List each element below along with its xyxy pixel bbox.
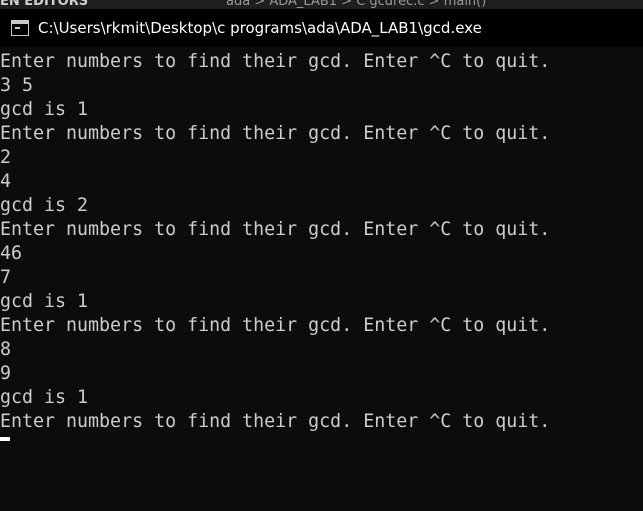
console-line: gcd is 1 [0, 387, 89, 408]
console-input-line[interactable] [0, 434, 643, 458]
console-line: 3 5 [0, 75, 34, 96]
console-line: 46 [0, 243, 23, 264]
console-window-icon[interactable] [11, 20, 29, 36]
console-line: 2 [0, 147, 12, 168]
window-title: C:\Users\rkmit\Desktop\c programs\ada\AD… [38, 19, 482, 37]
window-titlebar[interactable]: C:\Users\rkmit\Desktop\c programs\ada\AD… [0, 9, 643, 47]
text-cursor [0, 437, 10, 441]
console-line: Enter numbers to find their gcd. Enter ^… [0, 315, 551, 336]
console-line: Enter numbers to find their gcd. Enter ^… [0, 51, 551, 72]
console-output[interactable]: Enter numbers to find their gcd. Enter ^… [0, 50, 643, 511]
console-line: gcd is 1 [0, 291, 89, 312]
console-line: gcd is 2 [0, 195, 89, 216]
background-editor-strip: EN EDITORS ada > ADA_LAB1 > C gcdrec.c >… [0, 0, 643, 9]
background-editor-label: EN EDITORS [0, 0, 89, 9]
console-line: 9 [0, 363, 12, 384]
console-window: EN EDITORS ada > ADA_LAB1 > C gcdrec.c >… [0, 0, 643, 511]
console-line: gcd is 1 [0, 99, 89, 120]
console-line: 7 [0, 267, 12, 288]
console-line: Enter numbers to find their gcd. Enter ^… [0, 123, 551, 144]
background-editor-breadcrumb: ada > ADA_LAB1 > C gcdrec.c > main() [226, 0, 487, 9]
console-line: Enter numbers to find their gcd. Enter ^… [0, 219, 551, 240]
console-line: 8 [0, 339, 12, 360]
console-line: Enter numbers to find their gcd. Enter ^… [0, 411, 551, 432]
console-line: 4 [0, 171, 12, 192]
